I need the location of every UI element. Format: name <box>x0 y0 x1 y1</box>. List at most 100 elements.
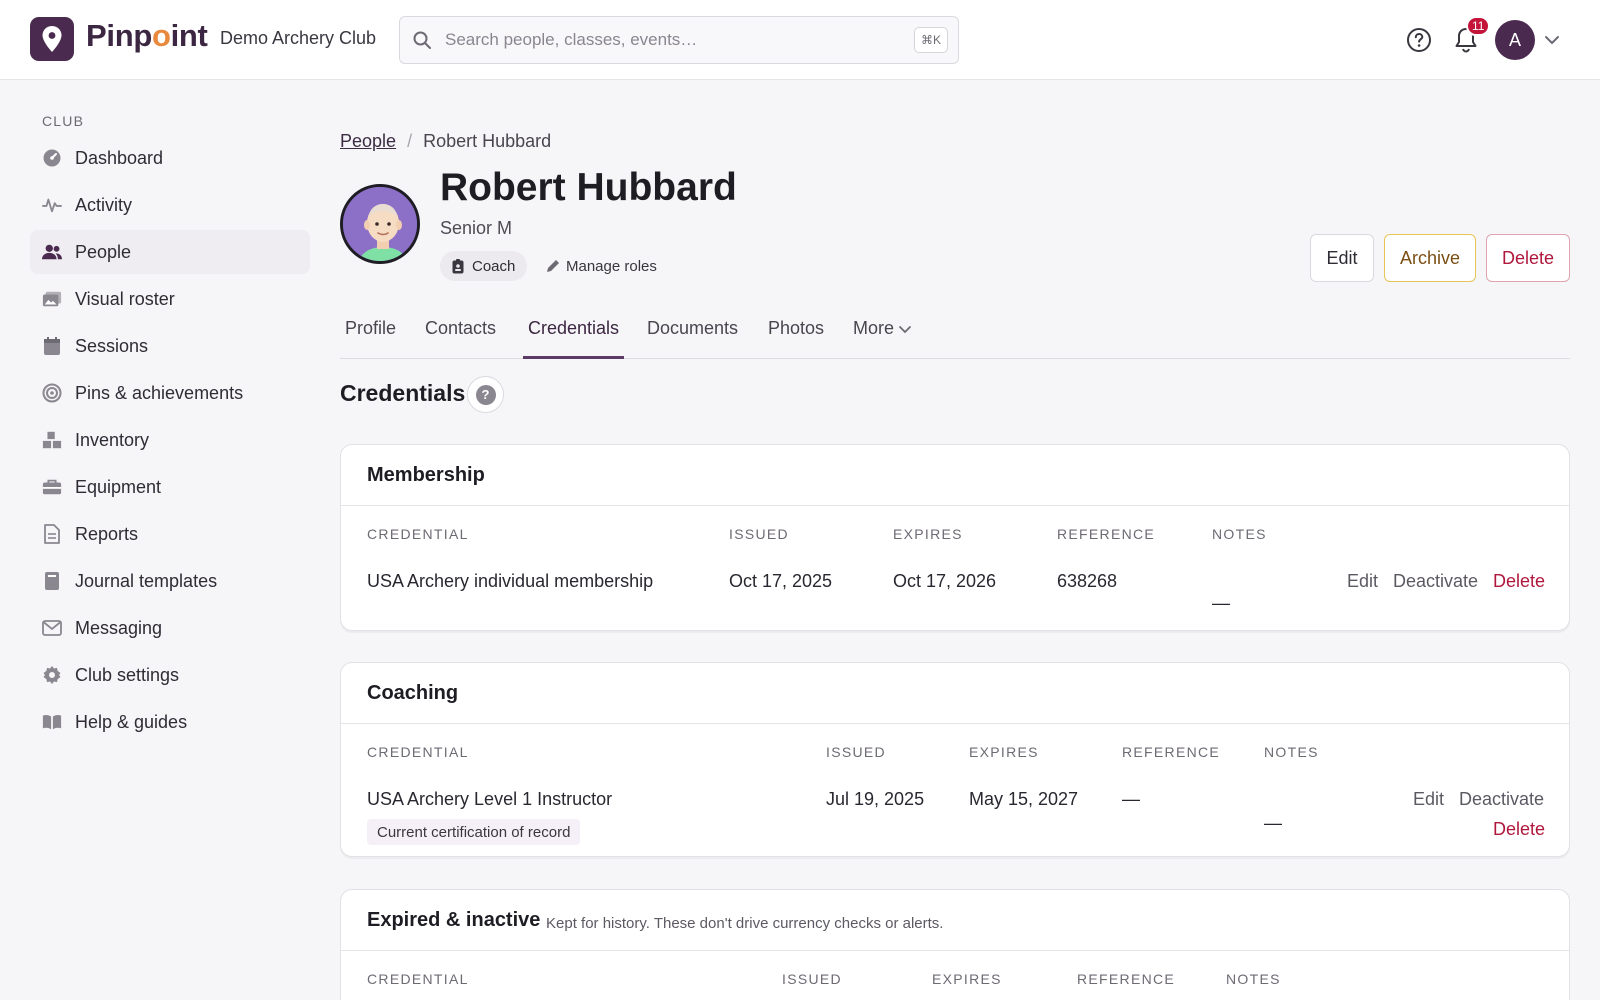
sidebar-item-activity[interactable]: Activity <box>30 183 310 227</box>
column-header-issued: ISSUED <box>782 971 842 987</box>
column-header-notes: NOTES <box>1212 526 1267 542</box>
user-avatar[interactable]: A <box>1495 20 1535 60</box>
profile-tabs: Profile Contacts Credentials Documents P… <box>340 308 1570 359</box>
sidebar-item-messaging[interactable]: Messaging <box>30 606 310 650</box>
credential-issued: Jul 19, 2025 <box>826 789 925 809</box>
sidebar-item-label: Inventory <box>75 429 150 450</box>
column-header-notes: NOTES <box>1226 971 1281 987</box>
pencil-icon <box>545 259 560 274</box>
sidebar-item-club-settings[interactable]: Club settings <box>30 653 310 697</box>
sidebar-item-help-guides[interactable]: Help & guides <box>30 700 310 744</box>
archive-person-button[interactable]: Archive <box>1384 234 1476 282</box>
sidebar-item-inventory[interactable]: Inventory <box>30 418 310 462</box>
envelope-icon <box>42 618 62 638</box>
breadcrumb-people-link[interactable]: People <box>340 131 396 151</box>
document-icon <box>42 524 62 544</box>
tab-contacts[interactable]: Contacts <box>420 318 501 359</box>
search-shortcut: ⌘K <box>914 27 948 53</box>
sidebar-item-label: Messaging <box>75 617 163 638</box>
chevron-down-icon <box>898 319 912 340</box>
sidebar-item-label: People <box>75 241 132 262</box>
sidebar-item-label: Equipment <box>75 476 162 497</box>
tab-credentials[interactable]: Credentials <box>523 318 625 359</box>
dashboard-icon <box>42 148 62 168</box>
sidebar-item-dashboard[interactable]: Dashboard <box>30 136 310 180</box>
credential-expires: Oct 17, 2026 <box>893 571 997 591</box>
delete-person-button[interactable]: Delete <box>1486 234 1570 282</box>
search-input[interactable]: Search people, classes, events… <box>445 30 697 50</box>
role-badge-coach: Coach <box>440 251 528 281</box>
deactivate-credential-link[interactable]: Deactivate <box>1459 789 1544 810</box>
help-icon[interactable] <box>1406 27 1432 53</box>
certification-of-record-tag: Current certification of record <box>367 819 581 845</box>
top-bar: Pinpoint Demo Archery Club Search people… <box>0 0 1600 80</box>
credentials-help-button[interactable]: ? <box>467 376 504 413</box>
sidebar-item-label: Reports <box>75 523 139 544</box>
sidebar-item-label: Help & guides <box>75 711 188 732</box>
card-header: Coaching <box>341 663 1569 724</box>
toolbox-icon <box>42 477 62 497</box>
column-header-expires: EXPIRES <box>969 744 1039 760</box>
card-header: Expired & inactive Kept for history. The… <box>341 890 1569 951</box>
sidebar-item-visual-roster[interactable]: Visual roster <box>30 277 310 321</box>
tab-more-label: More <box>853 318 895 338</box>
sidebar-item-sessions[interactable]: Sessions <box>30 324 310 368</box>
question-icon: ? <box>475 384 496 405</box>
credential-reference: 638268 <box>1057 571 1118 591</box>
deactivate-credential-link[interactable]: Deactivate <box>1393 571 1478 592</box>
chevron-down-icon[interactable] <box>1544 33 1560 51</box>
credential-notes: — <box>1264 813 1282 833</box>
card-header: Membership <box>341 445 1569 506</box>
card-subtitle: Kept for history. These don't drive curr… <box>546 915 944 932</box>
profile-avatar[interactable] <box>340 184 420 264</box>
membership-card: Membership CREDENTIAL ISSUED EXPIRES REF… <box>340 444 1570 631</box>
column-header-issued: ISSUED <box>826 744 886 760</box>
journal-icon <box>42 571 62 591</box>
column-header-notes: NOTES <box>1264 744 1319 760</box>
club-name[interactable]: Demo Archery Club <box>220 28 376 49</box>
delete-credential-link[interactable]: Delete <box>1493 819 1545 840</box>
column-header-reference: REFERENCE <box>1077 971 1176 987</box>
column-header-issued: ISSUED <box>729 526 789 542</box>
coaching-card: Coaching CREDENTIAL ISSUED EXPIRES REFER… <box>340 662 1570 857</box>
card-title: Expired & inactive <box>367 909 541 931</box>
target-icon <box>42 383 62 403</box>
app-logo-text[interactable]: Pinpoint <box>86 18 208 54</box>
credential-expires: May 15, 2027 <box>969 789 1079 809</box>
calendar-icon <box>42 336 62 356</box>
column-header-credential: CREDENTIAL <box>367 526 469 542</box>
column-header-reference: REFERENCE <box>1122 744 1221 760</box>
credentials-heading: Credentials <box>340 380 466 406</box>
delete-credential-link[interactable]: Delete <box>1493 571 1545 592</box>
edit-credential-link[interactable]: Edit <box>1413 789 1444 810</box>
activity-icon <box>42 195 62 215</box>
card-title: Membership <box>367 464 485 486</box>
sidebar-item-equipment[interactable]: Equipment <box>30 465 310 509</box>
credential-name: USA Archery Level 1 Instructor <box>367 789 613 809</box>
credential-issued: Oct 17, 2025 <box>729 571 833 591</box>
sidebar-item-label: Dashboard <box>75 147 164 168</box>
sidebar-item-label: Club settings <box>75 664 180 685</box>
manage-roles-button[interactable]: Manage roles <box>545 251 657 281</box>
sidebar-item-journal-templates[interactable]: Journal templates <box>30 559 310 603</box>
edit-credential-link[interactable]: Edit <box>1347 571 1378 592</box>
breadcrumb-separator: / <box>407 131 413 151</box>
credential-notes: — <box>1212 593 1230 613</box>
role-label: Coach <box>472 257 516 275</box>
sidebar-item-reports[interactable]: Reports <box>30 512 310 556</box>
tab-profile[interactable]: Profile <box>340 318 401 359</box>
sidebar-item-pins-achievements[interactable]: Pins & achievements <box>30 371 310 415</box>
sidebar-item-label: Visual roster <box>75 288 175 309</box>
edit-person-button[interactable]: Edit <box>1310 234 1374 282</box>
badge-icon <box>452 258 464 274</box>
global-search[interactable]: Search people, classes, events… ⌘K <box>399 16 959 64</box>
credential-name: USA Archery individual membership <box>367 571 654 591</box>
sidebar-item-people[interactable]: People <box>30 230 310 274</box>
tab-more[interactable]: More <box>848 318 917 359</box>
tab-photos[interactable]: Photos <box>763 318 829 359</box>
tab-documents[interactable]: Documents <box>642 318 743 359</box>
people-icon <box>42 242 62 262</box>
breadcrumb: People / Robert Hubbard <box>340 131 551 152</box>
pinpoint-logo-icon[interactable] <box>30 17 74 61</box>
column-header-expires: EXPIRES <box>893 526 963 542</box>
